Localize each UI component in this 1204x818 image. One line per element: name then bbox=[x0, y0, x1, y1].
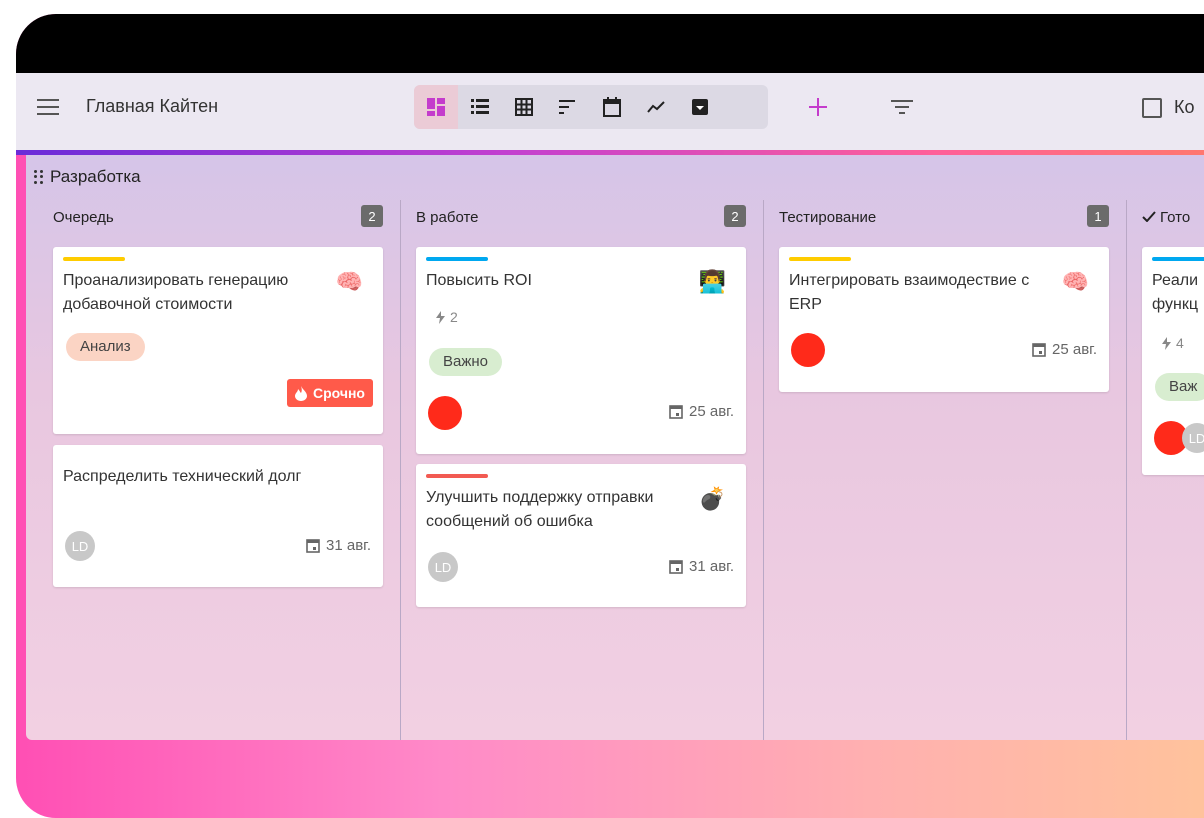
card-size-value: 2 bbox=[450, 309, 458, 325]
card-title: Распределить технический долг bbox=[63, 468, 302, 485]
card-color-bar bbox=[1152, 257, 1204, 261]
space-title[interactable]: Разработка bbox=[50, 167, 141, 187]
card-title: Улучшить поддержку отправки сообщений об… bbox=[426, 489, 654, 530]
column-title: Очередь bbox=[53, 209, 114, 226]
app-frame: Главная Кайтен Ко Разработка Очередь 2 П… bbox=[16, 14, 1204, 818]
column-header[interactable]: Гото bbox=[1142, 205, 1204, 235]
card-date: 31 авг. bbox=[306, 537, 371, 554]
drag-handle-icon[interactable] bbox=[34, 170, 44, 184]
card-date-label: 25 авг. bbox=[689, 403, 734, 420]
list-view-icon[interactable] bbox=[458, 85, 502, 129]
calendar-icon bbox=[306, 539, 320, 553]
checkbox-icon[interactable] bbox=[1142, 97, 1162, 118]
card-title: Проанализировать генерацию добавочной ст… bbox=[63, 272, 289, 313]
developer-icon: 👨‍💻 bbox=[698, 269, 726, 294]
card-tag[interactable]: Анализ bbox=[66, 333, 145, 361]
column-title: Гото bbox=[1142, 209, 1190, 226]
table-view-icon[interactable] bbox=[502, 85, 546, 129]
card[interactable]: Повысить ROI 👨‍💻 2 Важно 25 авг. bbox=[416, 247, 746, 454]
column-queue: Очередь 2 Проанализировать генерацию доб… bbox=[53, 205, 393, 587]
bomb-icon: 💣 bbox=[698, 486, 726, 511]
card-color-bar bbox=[63, 257, 125, 261]
lightning-icon bbox=[1162, 336, 1171, 350]
card-color-bar bbox=[426, 257, 488, 261]
fire-icon bbox=[294, 385, 307, 401]
card[interactable]: Проанализировать генерацию добавочной ст… bbox=[53, 247, 383, 434]
card-date-label: 31 авг. bbox=[689, 558, 734, 575]
card-size-value: 4 bbox=[1176, 335, 1184, 351]
card-date: 25 авг. bbox=[1032, 341, 1097, 358]
show-checkbox[interactable]: Ко bbox=[1142, 97, 1195, 118]
card-title: Реали функц bbox=[1152, 272, 1199, 313]
avatar[interactable] bbox=[791, 333, 825, 367]
column-divider bbox=[763, 200, 764, 740]
card-title: Интегрировать взаимодествие с ERP bbox=[789, 272, 1030, 313]
brain-icon: 🧠 bbox=[335, 269, 363, 294]
card-date: 25 авг. bbox=[669, 403, 734, 420]
urgent-label: Срочно bbox=[312, 385, 365, 401]
avatar[interactable] bbox=[428, 396, 462, 430]
space-header: Разработка bbox=[34, 167, 141, 187]
archive-icon[interactable] bbox=[678, 85, 722, 129]
lightning-icon bbox=[436, 310, 445, 324]
menu-icon[interactable] bbox=[37, 99, 59, 115]
card[interactable]: Реали функц 4 Важ LD bbox=[1142, 247, 1204, 475]
column-done: Гото Реали функц 4 Важ LD bbox=[1142, 205, 1204, 475]
column-title: В работе bbox=[416, 209, 479, 226]
add-icon[interactable] bbox=[796, 85, 840, 129]
card[interactable]: Улучшить поддержку отправки сообщений об… bbox=[416, 464, 746, 607]
calendar-icon bbox=[669, 560, 683, 574]
column-count-badge: 1 bbox=[1087, 205, 1109, 227]
column-header[interactable]: Очередь 2 bbox=[53, 205, 393, 235]
column-count-badge: 2 bbox=[361, 205, 383, 227]
avatar[interactable]: LD bbox=[1182, 423, 1204, 453]
check-icon bbox=[1142, 211, 1156, 223]
urgent-badge[interactable]: Срочно bbox=[286, 379, 373, 407]
top-bar bbox=[16, 14, 1204, 73]
calendar-view-icon[interactable] bbox=[590, 85, 634, 129]
card-tag[interactable]: Важно bbox=[429, 348, 503, 376]
column-divider bbox=[1126, 200, 1127, 740]
column-title-text: Гото bbox=[1160, 209, 1191, 226]
column-testing: Тестирование 1 Интегрировать взаимодеств… bbox=[779, 205, 1119, 392]
chart-view-icon[interactable] bbox=[634, 85, 678, 129]
avatar[interactable]: LD bbox=[428, 552, 458, 582]
card-date-label: 31 авг. bbox=[326, 537, 371, 554]
card-color-bar bbox=[426, 474, 488, 478]
board-view-icon[interactable] bbox=[414, 85, 458, 129]
column-count-badge: 2 bbox=[724, 205, 746, 227]
brain-icon: 🧠 bbox=[1061, 269, 1089, 294]
column-title: Тестирование bbox=[779, 209, 877, 226]
board: Разработка Очередь 2 Проанализировать ге… bbox=[26, 155, 1204, 740]
checkbox-label: Ко bbox=[1174, 97, 1195, 117]
timeline-view-icon[interactable] bbox=[546, 85, 590, 129]
card-size: 2 bbox=[436, 309, 458, 325]
card-size: 4 bbox=[1162, 335, 1184, 351]
column-in-progress: В работе 2 Повысить ROI 👨‍💻 2 Важно 25 а… bbox=[416, 205, 756, 607]
column-header[interactable]: В работе 2 bbox=[416, 205, 756, 235]
toolbar: Главная Кайтен Ко bbox=[16, 73, 1204, 155]
card-color-bar bbox=[789, 257, 851, 261]
column-header[interactable]: Тестирование 1 bbox=[779, 205, 1119, 235]
view-switcher bbox=[414, 85, 768, 129]
calendar-icon bbox=[669, 405, 683, 419]
avatar[interactable]: LD bbox=[65, 531, 95, 561]
board-title[interactable]: Главная Кайтен bbox=[86, 96, 218, 117]
card[interactable]: Интегрировать взаимодествие с ERP 🧠 25 а… bbox=[779, 247, 1109, 392]
column-divider bbox=[400, 200, 401, 740]
calendar-icon bbox=[1032, 343, 1046, 357]
card[interactable]: Распределить технический долг LD 31 авг. bbox=[53, 445, 383, 587]
card-tag[interactable]: Важ bbox=[1155, 373, 1204, 401]
card-title: Повысить ROI bbox=[426, 272, 532, 289]
card-date: 31 авг. bbox=[669, 558, 734, 575]
filter-icon[interactable] bbox=[880, 85, 924, 129]
card-date-label: 25 авг. bbox=[1052, 341, 1097, 358]
